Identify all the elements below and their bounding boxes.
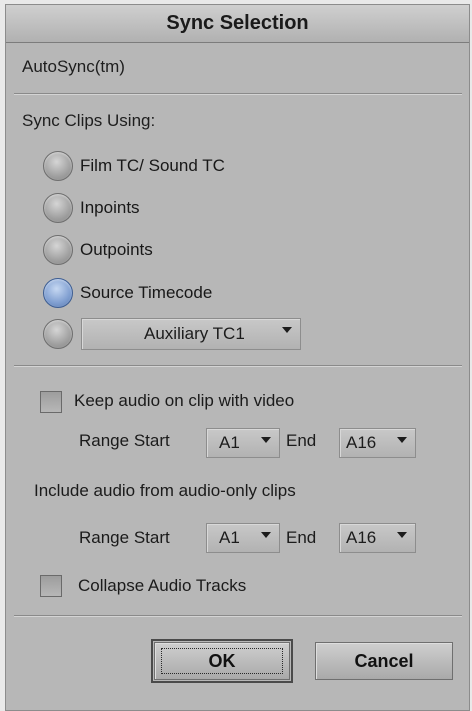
chevron-down-icon: [397, 437, 407, 443]
radio-button[interactable]: [43, 319, 73, 349]
radio-outpoints[interactable]: Outpoints: [43, 235, 153, 265]
dropdown-value: Auxiliary TC1: [144, 324, 245, 343]
radio-inpoints[interactable]: Inpoints: [43, 193, 140, 223]
collapse-audio-label: Collapse Audio Tracks: [78, 576, 247, 595]
radio-film-tc-sound-tc[interactable]: Film TC/ Sound TC: [43, 151, 225, 181]
dropdown-value: A16: [346, 433, 377, 452]
keep-audio-checkbox[interactable]: [40, 391, 62, 413]
chevron-down-icon: [282, 327, 292, 333]
auxiliary-tc-dropdown[interactable]: Auxiliary TC1: [81, 318, 301, 350]
range-start-label: Range Start: [79, 528, 170, 547]
radio-label: Film TC/ Sound TC: [80, 156, 225, 175]
dropdown-value: A16: [346, 528, 377, 547]
radio-button[interactable]: [43, 193, 73, 223]
divider: [14, 365, 462, 367]
dialog-title: Sync Selection: [6, 5, 469, 43]
range-start-label: Range Start: [79, 431, 170, 450]
ok-button-label: OK: [208, 651, 236, 671]
include-audio-label: Include audio from audio-only clips: [34, 481, 296, 500]
dropdown-value: A1: [219, 528, 240, 547]
sync-clips-using-label: Sync Clips Using:: [22, 111, 156, 130]
sync-selection-dialog: Sync Selection AutoSync(tm) Sync Clips U…: [5, 4, 470, 711]
end-label: End: [286, 528, 317, 547]
divider: [14, 93, 462, 95]
radio-button[interactable]: [43, 151, 73, 181]
radio-label: Outpoints: [80, 240, 153, 259]
keep-audio-range-start-dropdown[interactable]: A1: [206, 428, 280, 458]
radio-label: Inpoints: [80, 198, 140, 217]
collapse-audio-checkbox[interactable]: [40, 575, 62, 597]
radio-auxiliary-tc[interactable]: [43, 319, 73, 349]
chevron-down-icon: [261, 532, 271, 538]
cancel-button-label: Cancel: [354, 651, 414, 671]
divider: [14, 615, 462, 617]
radio-label: Source Timecode: [80, 283, 213, 302]
include-audio-range-end-dropdown[interactable]: A16: [339, 523, 416, 553]
radio-source-timecode[interactable]: Source Timecode: [43, 278, 212, 308]
keep-audio-range-end-dropdown[interactable]: A16: [339, 428, 416, 458]
radio-button-selected[interactable]: [43, 278, 73, 308]
autosync-label: AutoSync(tm): [22, 57, 125, 76]
keep-audio-label: Keep audio on clip with video: [74, 391, 295, 410]
ok-button[interactable]: OK: [151, 639, 293, 683]
chevron-down-icon: [397, 532, 407, 538]
cancel-button[interactable]: Cancel: [315, 642, 453, 680]
chevron-down-icon: [261, 437, 271, 443]
end-label: End: [286, 431, 317, 450]
dropdown-value: A1: [219, 433, 240, 452]
include-audio-range-start-dropdown[interactable]: A1: [206, 523, 280, 553]
radio-button[interactable]: [43, 235, 73, 265]
